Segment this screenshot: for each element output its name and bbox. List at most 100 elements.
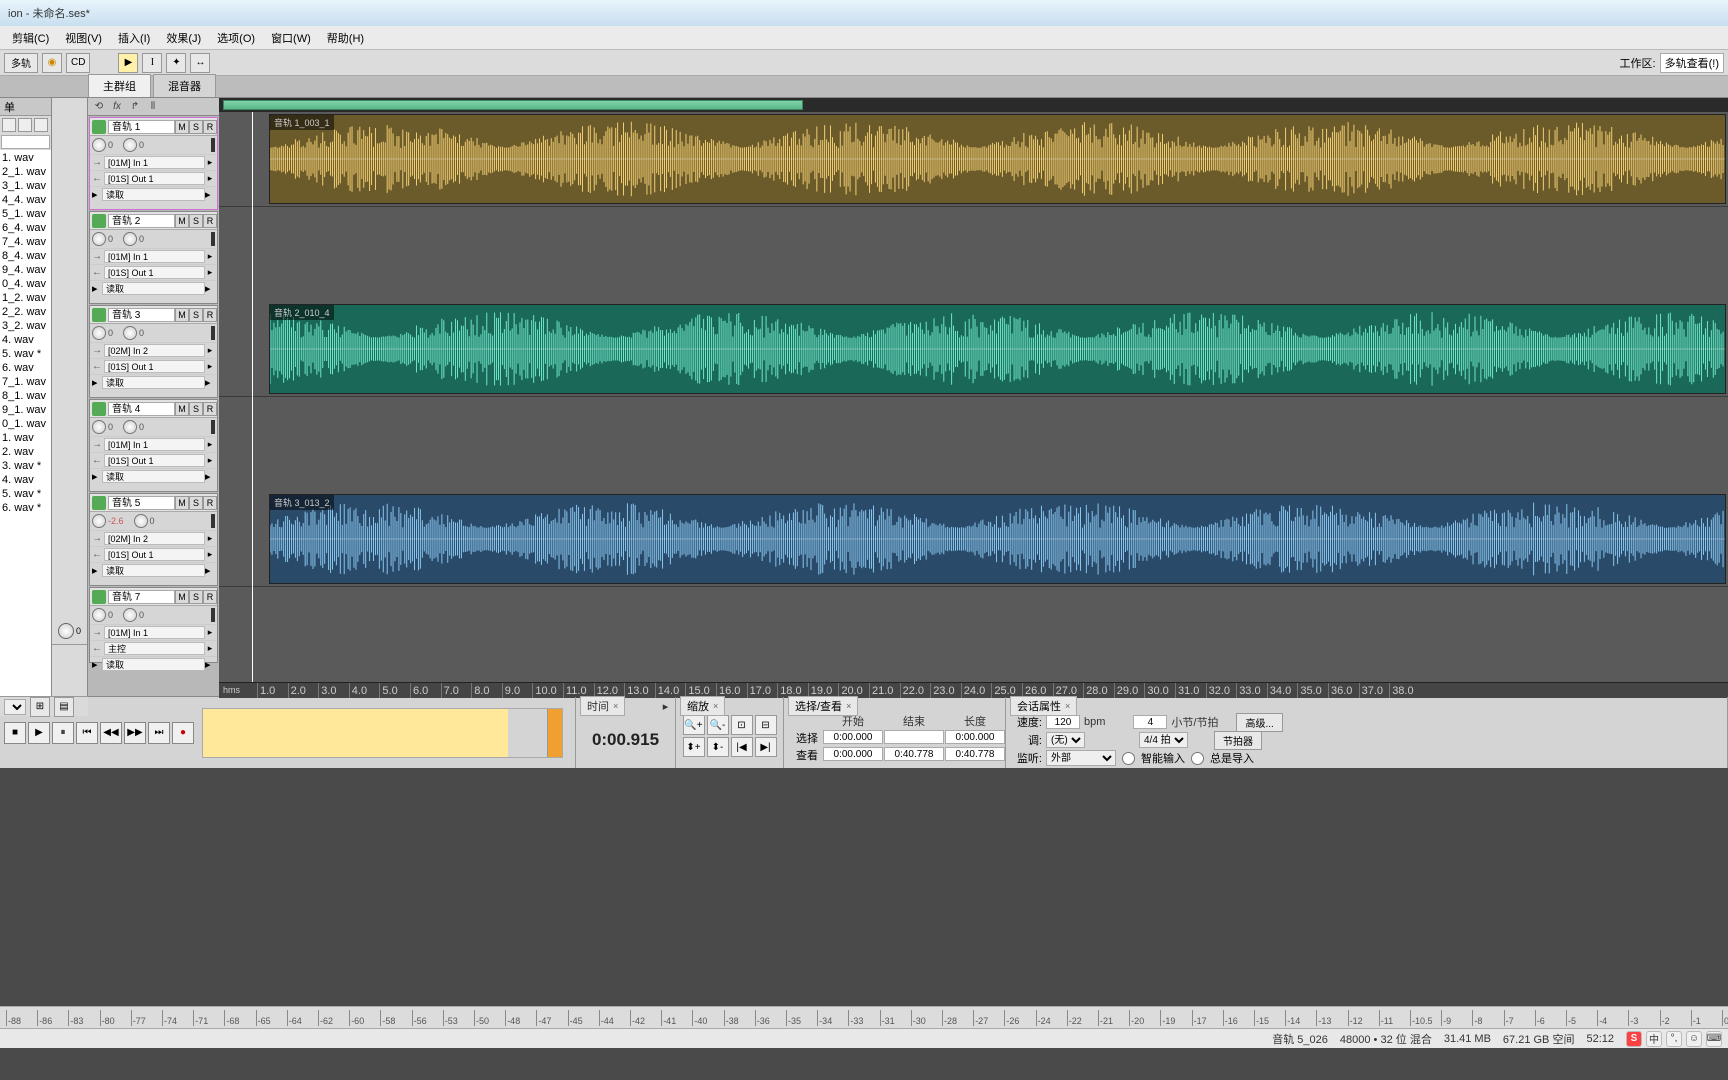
dropdown-icon[interactable]: ▸ xyxy=(205,470,215,483)
file-item[interactable]: 7_4. wav xyxy=(2,235,49,249)
advanced-button[interactable]: 高级... xyxy=(1236,713,1282,732)
sel-len-input[interactable] xyxy=(945,730,1005,744)
beats-input[interactable] xyxy=(1133,715,1167,729)
record-arm-button[interactable]: R xyxy=(203,402,217,416)
close-icon[interactable]: × xyxy=(1065,701,1070,711)
track-name-input[interactable]: 音轨 7 xyxy=(108,590,175,604)
ime-smile-icon[interactable]: ☺ xyxy=(1686,1031,1702,1047)
dropdown-icon[interactable]: ▸ xyxy=(205,251,215,262)
sel-start-input[interactable] xyxy=(823,730,883,744)
overview-range[interactable] xyxy=(223,100,803,110)
track-power-button[interactable] xyxy=(92,590,106,604)
menu-effects[interactable]: 效果(J) xyxy=(160,28,207,48)
file-tool-icon[interactable] xyxy=(2,118,16,132)
dropdown-icon[interactable]: ▸ xyxy=(205,549,215,560)
ime-tool-icon[interactable]: °, xyxy=(1666,1031,1682,1047)
close-icon[interactable]: × xyxy=(713,701,718,711)
track-power-button[interactable] xyxy=(92,496,106,510)
record-arm-button[interactable]: R xyxy=(203,120,217,134)
timeline-ruler[interactable]: hms 1.02.03.04.05.06.07.08.09.010.011.01… xyxy=(219,682,1728,698)
mute-button[interactable]: M xyxy=(175,402,189,416)
dropdown-icon[interactable]: ▸ xyxy=(663,700,669,713)
dropdown-icon[interactable]: ▸ xyxy=(92,376,102,389)
view-len-input[interactable] xyxy=(945,747,1005,761)
metronome-button[interactable]: 节拍器 xyxy=(1214,731,1262,750)
zoom-in-left-icon[interactable]: |◀ xyxy=(731,737,753,757)
zoom-in-h-icon[interactable]: 🔍+ xyxy=(683,715,705,735)
th-eq-icon[interactable]: ⫴ xyxy=(146,100,160,114)
dropdown-icon[interactable]: ▸ xyxy=(92,470,102,483)
file-item[interactable]: 2_2. wav xyxy=(2,305,49,319)
file-search-input[interactable] xyxy=(1,135,50,149)
file-item[interactable]: 9_4. wav xyxy=(2,263,49,277)
file-item[interactable]: 9_1. wav xyxy=(2,403,49,417)
file-item[interactable]: 4. wav xyxy=(2,333,49,347)
track-header[interactable]: 音轨 3 M S R 0 0 →[02M] In 2▸ ←[01S] Out 1… xyxy=(89,305,218,398)
volume-knob[interactable] xyxy=(92,420,106,434)
track-power-button[interactable] xyxy=(92,214,106,228)
file-tool-icon[interactable] xyxy=(18,118,32,132)
close-icon[interactable]: × xyxy=(846,701,851,711)
rtz-button[interactable]: ⏮ xyxy=(76,722,98,744)
dropdown-icon[interactable]: ▸ xyxy=(205,455,215,466)
pan-knob[interactable] xyxy=(123,420,137,434)
dropdown-icon[interactable]: ▸ xyxy=(205,188,215,201)
view-start-input[interactable] xyxy=(823,747,883,761)
file-tool-icon[interactable] xyxy=(34,118,48,132)
th-fx-icon[interactable]: fx xyxy=(110,100,124,114)
tab-mixer[interactable]: 混音器 xyxy=(153,74,216,97)
smart-input-radio[interactable] xyxy=(1122,752,1135,765)
menu-window[interactable]: 窗口(W) xyxy=(265,28,317,48)
track-header[interactable]: 音轨 5 M S R -2.6 0 →[02M] In 2▸ ←[01S] Ou… xyxy=(89,493,218,586)
file-item[interactable]: 3. wav * xyxy=(2,459,49,473)
record-arm-button[interactable]: R xyxy=(203,214,217,228)
file-item[interactable]: 4. wav xyxy=(2,473,49,487)
track-lane[interactable]: 音轨 3_013_2 xyxy=(219,492,1728,587)
dropdown-icon[interactable]: ▸ xyxy=(205,173,215,184)
file-item[interactable]: 6. wav xyxy=(2,361,49,375)
input-route[interactable]: [01M] In 1 xyxy=(104,156,205,169)
dropdown-icon[interactable]: ▸ xyxy=(92,564,102,577)
menu-insert[interactable]: 插入(I) xyxy=(112,28,156,48)
track-power-button[interactable] xyxy=(92,402,106,416)
dropdown-icon[interactable]: ▸ xyxy=(92,658,102,671)
sig-select[interactable]: 4/4 拍 xyxy=(1139,732,1188,748)
output-route[interactable]: 主控 xyxy=(104,642,205,655)
automation-mode[interactable]: 读取 xyxy=(102,282,205,295)
track-name-input[interactable]: 音轨 4 xyxy=(108,402,175,416)
monitor-select[interactable]: 外部 xyxy=(1046,750,1116,766)
dropdown-icon[interactable]: ▸ xyxy=(205,439,215,450)
dropdown-icon[interactable]: ▸ xyxy=(205,361,215,372)
multitrack-button[interactable]: 多轨 xyxy=(4,53,38,73)
cd-button[interactable]: CD xyxy=(66,53,90,73)
track-name-input[interactable]: 音轨 5 xyxy=(108,496,175,510)
file-item[interactable]: 6. wav * xyxy=(2,501,49,515)
mute-button[interactable]: M xyxy=(175,120,189,134)
file-list[interactable]: 1. wav2_1. wav3_1. wav4_4. wav5_1. wav6_… xyxy=(0,150,51,696)
volume-knob[interactable] xyxy=(92,326,106,340)
pan-knob[interactable] xyxy=(123,326,137,340)
pan-knob[interactable] xyxy=(58,623,74,639)
zoom-in-right-icon[interactable]: ▶| xyxy=(755,737,777,757)
file-item[interactable]: 2. wav xyxy=(2,445,49,459)
input-route[interactable]: [01M] In 1 xyxy=(104,250,205,263)
file-item[interactable]: 6_4. wav xyxy=(2,221,49,235)
tool-scrub[interactable]: ↔ xyxy=(190,53,210,73)
input-route[interactable]: [01M] In 1 xyxy=(104,438,205,451)
automation-mode[interactable]: 读取 xyxy=(102,376,205,389)
file-item[interactable]: 0_1. wav * xyxy=(2,417,49,431)
tool-hybrid[interactable]: ✦ xyxy=(166,53,186,73)
speed-input[interactable] xyxy=(1046,715,1080,729)
th-loop-icon[interactable]: ⟲ xyxy=(92,100,106,114)
dropdown-icon[interactable]: ▸ xyxy=(205,157,215,168)
output-route[interactable]: [01S] Out 1 xyxy=(104,548,205,561)
rewind-button[interactable]: ◀◀ xyxy=(100,722,122,744)
menu-options[interactable]: 选项(O) xyxy=(211,28,261,48)
track-power-button[interactable] xyxy=(92,308,106,322)
menu-help[interactable]: 帮助(H) xyxy=(321,28,370,48)
volume-knob[interactable] xyxy=(92,608,106,622)
zoom-out-v-icon[interactable]: ⬍- xyxy=(707,737,729,757)
dropdown-icon[interactable]: ▸ xyxy=(205,643,215,654)
input-route[interactable]: [02M] In 2 xyxy=(104,344,205,357)
dropdown-icon[interactable]: ▸ xyxy=(205,658,215,671)
